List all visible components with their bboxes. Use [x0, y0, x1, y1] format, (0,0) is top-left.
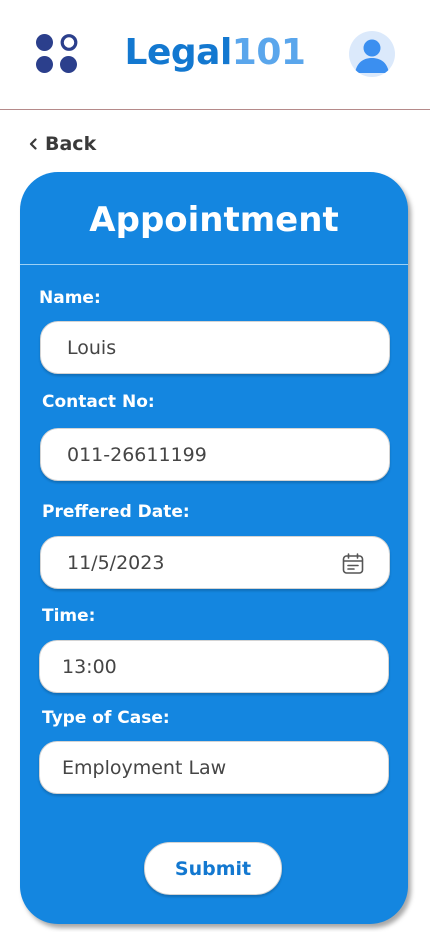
- calendar-icon[interactable]: [341, 552, 365, 576]
- user-avatar-icon[interactable]: [349, 31, 395, 77]
- case-type-value: Employment Law: [62, 756, 227, 779]
- name-field[interactable]: Louis: [40, 321, 390, 374]
- submit-button[interactable]: Submit: [144, 842, 282, 895]
- case-type-field[interactable]: Employment Law: [39, 741, 389, 794]
- appointment-form-card: Appointment Name: Louis Contact No: 011-…: [20, 172, 408, 924]
- time-field[interactable]: 13:00: [39, 640, 389, 693]
- chevron-left-icon: [29, 133, 37, 155]
- time-value: 13:00: [62, 655, 117, 678]
- name-value: Louis: [67, 336, 117, 359]
- date-label: Preffered Date:: [42, 502, 190, 522]
- back-link[interactable]: Back: [29, 133, 96, 155]
- contact-value: 011-26611199: [67, 443, 207, 466]
- time-label: Time:: [42, 606, 96, 626]
- brand-name-part2: 101: [231, 32, 306, 73]
- app-header: Legal101: [0, 0, 430, 110]
- back-label: Back: [45, 133, 97, 155]
- date-field[interactable]: 11/5/2023: [40, 536, 390, 589]
- date-value: 11/5/2023: [67, 551, 165, 574]
- contact-label: Contact No:: [42, 392, 155, 412]
- title-divider: [20, 264, 408, 265]
- contact-field[interactable]: 011-26611199: [40, 428, 390, 481]
- name-label: Name:: [39, 288, 101, 308]
- case-type-label: Type of Case:: [42, 708, 170, 728]
- brand-name-part1: Legal: [124, 32, 233, 73]
- form-title: Appointment: [89, 200, 339, 240]
